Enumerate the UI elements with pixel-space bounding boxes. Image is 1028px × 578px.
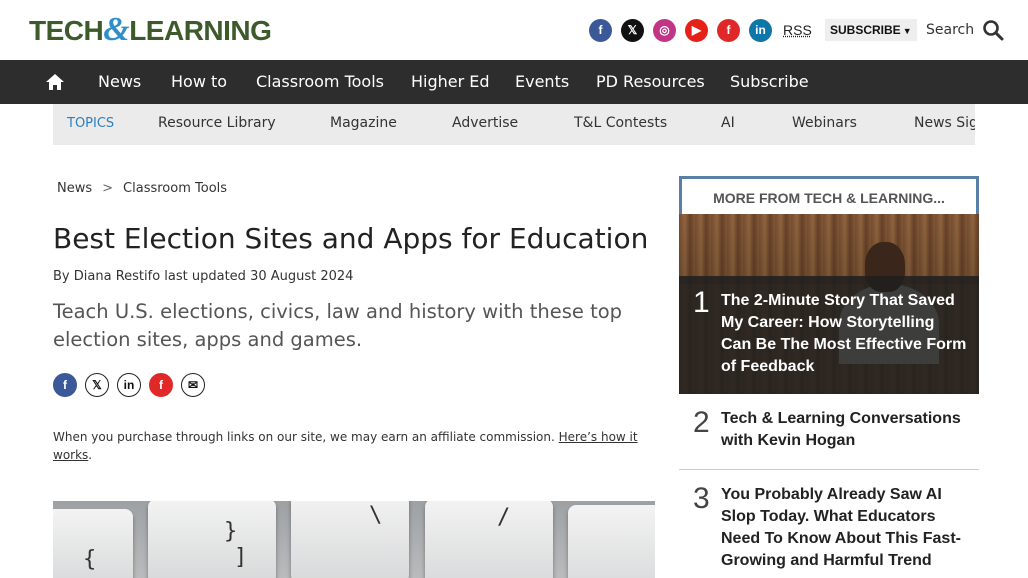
story-number: 3 [693, 482, 710, 515]
logo-text-tech: TECH [29, 15, 104, 46]
nav-item-how-to[interactable]: How to [171, 60, 227, 104]
rss-link[interactable]: RSS [783, 22, 812, 38]
story-title[interactable]: You Probably Already Saw AI Slop Today. … [721, 484, 969, 572]
logo-ampersand: & [103, 11, 130, 48]
updated-date: last updated 30 August 2024 [164, 269, 354, 284]
breadcrumb-news[interactable]: News [57, 181, 92, 196]
topic-tl-contests[interactable]: T&L Contests [574, 104, 667, 145]
topics-label: TOPICS [67, 116, 115, 131]
story-number: 2 [693, 406, 710, 439]
affiliate-disclaimer: When you purchase through links on our s… [53, 428, 653, 464]
keyboard-key: / [425, 501, 553, 578]
nav-item-pd-resources[interactable]: PD Resources [596, 60, 705, 104]
email-share-icon[interactable]: ✉ [181, 373, 205, 397]
subscribe-label: SUBSCRIBE [830, 23, 901, 37]
main-nav: News How to Classroom Tools Higher Ed Ev… [0, 60, 1028, 104]
search-label: Search [926, 22, 975, 38]
topic-ai[interactable]: AI [721, 104, 735, 145]
subscribe-dropdown[interactable]: SUBSCRIBE ▼ [825, 19, 917, 41]
author-link[interactable]: Diana Restifo [74, 269, 160, 284]
standfirst: Teach U.S. elections, civics, law and hi… [53, 300, 623, 351]
site-header: TECH&LEARNING f 𝕏 ◎ ▶ f in RSS SUBSCRIBE… [0, 0, 1028, 60]
nav-item-higher-ed[interactable]: Higher Ed [411, 60, 490, 104]
topic-resource-library[interactable]: Resource Library [158, 104, 276, 145]
keyboard-key: { [53, 509, 133, 578]
social-links: f 𝕏 ◎ ▶ f in RSS [589, 18, 812, 42]
linkedin-share-icon[interactable]: in [117, 373, 141, 397]
disclaimer-period: . [88, 448, 93, 462]
youtube-icon[interactable]: ▶ [685, 18, 708, 42]
hero-image-keyboard: { }] \ / [53, 501, 655, 578]
keyboard-key: \ [291, 501, 409, 578]
search-button[interactable]: Search [926, 17, 1004, 43]
story-title[interactable]: Tech & Learning Conversations with Kevin… [721, 408, 969, 452]
keyboard-key: }] [148, 501, 276, 578]
x-icon[interactable]: 𝕏 [621, 18, 644, 42]
nav-item-subscribe[interactable]: Subscribe [730, 60, 809, 104]
list-item[interactable]: 3 You Probably Already Saw AI Slop Today… [679, 470, 979, 578]
flipboard-share-icon[interactable]: f [149, 373, 173, 397]
breadcrumb: News > Classroom Tools [57, 181, 227, 196]
nav-item-classroom-tools[interactable]: Classroom Tools [256, 60, 384, 104]
topic-magazine[interactable]: Magazine [330, 104, 397, 145]
featured-story-overlay: 1 The 2-Minute Story That Saved My Caree… [679, 276, 979, 394]
featured-story[interactable]: 1 The 2-Minute Story That Saved My Caree… [679, 214, 979, 394]
home-icon[interactable] [44, 71, 66, 93]
topic-webinars[interactable]: Webinars [792, 104, 857, 145]
logo-text-learning: LEARNING [129, 15, 272, 46]
caret-down-icon: ▼ [902, 26, 912, 36]
more-from-heading: MORE FROM TECH & LEARNING... [679, 176, 979, 216]
flipboard-icon[interactable]: f [717, 18, 740, 42]
byline: By Diana Restifo last updated 30 August … [53, 269, 353, 284]
list-item[interactable]: 2 Tech & Learning Conversations with Kev… [679, 394, 979, 470]
story-number: 1 [693, 286, 710, 319]
share-buttons: f 𝕏 in f ✉ [53, 373, 213, 397]
keyboard-key [568, 505, 655, 578]
linkedin-icon[interactable]: in [749, 18, 772, 42]
nav-item-events[interactable]: Events [515, 60, 569, 104]
byline-prefix: By [53, 269, 70, 284]
topic-news-signup[interactable]: News Sig [914, 104, 975, 145]
search-icon [983, 20, 1004, 41]
breadcrumb-classroom-tools[interactable]: Classroom Tools [123, 181, 227, 196]
topic-advertise[interactable]: Advertise [452, 104, 518, 145]
instagram-icon[interactable]: ◎ [653, 18, 676, 42]
disclaimer-text: When you purchase through links on our s… [53, 430, 555, 444]
site-logo[interactable]: TECH&LEARNING [29, 11, 272, 48]
facebook-share-icon[interactable]: f [53, 373, 77, 397]
breadcrumb-separator: > [102, 181, 114, 196]
story-title[interactable]: The 2-Minute Story That Saved My Career:… [721, 290, 969, 378]
page-title: Best Election Sites and Apps for Educati… [53, 222, 649, 255]
more-from-panel: MORE FROM TECH & LEARNING... 1 The 2-Min… [679, 176, 979, 578]
facebook-icon[interactable]: f [589, 18, 612, 42]
nav-item-news[interactable]: News [98, 60, 141, 104]
topics-bar: TOPICS Resource Library Magazine Adverti… [53, 104, 975, 145]
x-share-icon[interactable]: 𝕏 [85, 373, 109, 397]
